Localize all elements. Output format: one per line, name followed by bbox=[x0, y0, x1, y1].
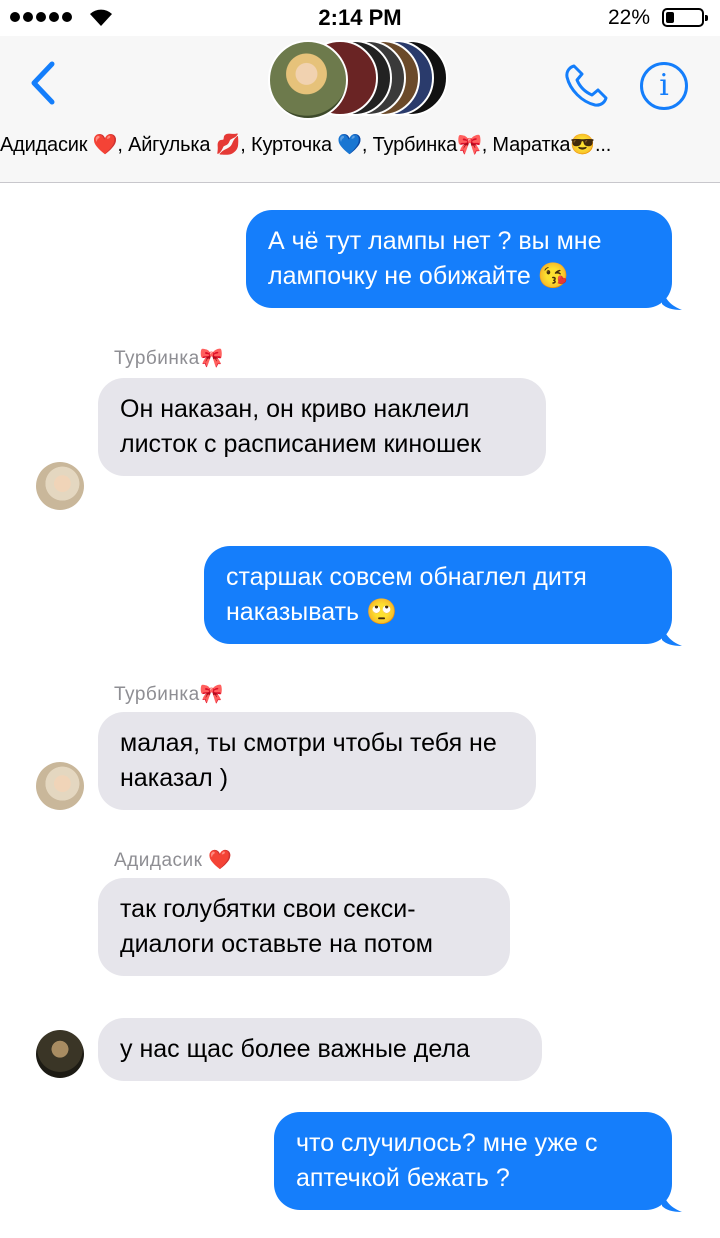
incoming-message-bubble[interactable]: Он наказан, он криво наклеил листок с ра… bbox=[98, 378, 546, 476]
phone-icon[interactable] bbox=[560, 60, 612, 112]
outgoing-message-bubble[interactable]: что случилось? мне уже с аптечкой бежать… bbox=[274, 1112, 672, 1210]
bubble-tail bbox=[662, 286, 682, 310]
status-bar: 2:14 PM 22% bbox=[0, 0, 720, 36]
avatar[interactable] bbox=[36, 462, 84, 510]
avatar bbox=[268, 40, 348, 120]
info-icon[interactable]: i bbox=[640, 62, 688, 110]
group-member-names: Адидасик ❤️, Айгулька 💋, Курточка 💙, Тур… bbox=[0, 134, 612, 156]
incoming-message-bubble[interactable]: малая, ты смотри чтобы тебя не наказал ) bbox=[98, 712, 536, 810]
sender-name: Адидасик ❤️ bbox=[114, 850, 233, 871]
avatar[interactable] bbox=[36, 1030, 84, 1078]
incoming-message-bubble[interactable]: так голубятки свои секси-диалоги оставьт… bbox=[98, 878, 510, 976]
battery-icon bbox=[662, 8, 708, 27]
bubble-tail bbox=[662, 622, 682, 646]
battery-percent: 22% bbox=[607, 6, 650, 29]
conversation-header: i Адидасик ❤️, Айгулька 💋, Курточка 💙, Т… bbox=[0, 36, 720, 183]
message-list: А чё тут лампы нет ? вы мне лампочку не … bbox=[0, 182, 720, 1238]
outgoing-message-bubble[interactable]: старшак совсем обнаглел дитя наказывать … bbox=[204, 546, 672, 644]
group-avatars[interactable] bbox=[268, 40, 458, 120]
outgoing-message-bubble[interactable]: А чё тут лампы нет ? вы мне лампочку не … bbox=[246, 210, 672, 308]
avatar[interactable] bbox=[36, 762, 84, 810]
sender-name: Турбинка🎀 bbox=[114, 348, 224, 369]
incoming-message-bubble[interactable]: у нас щас более важные дела bbox=[98, 1018, 542, 1081]
sender-name: Турбинка🎀 bbox=[114, 684, 224, 705]
bubble-tail bbox=[662, 1188, 682, 1212]
chevron-left-icon[interactable] bbox=[26, 58, 62, 108]
